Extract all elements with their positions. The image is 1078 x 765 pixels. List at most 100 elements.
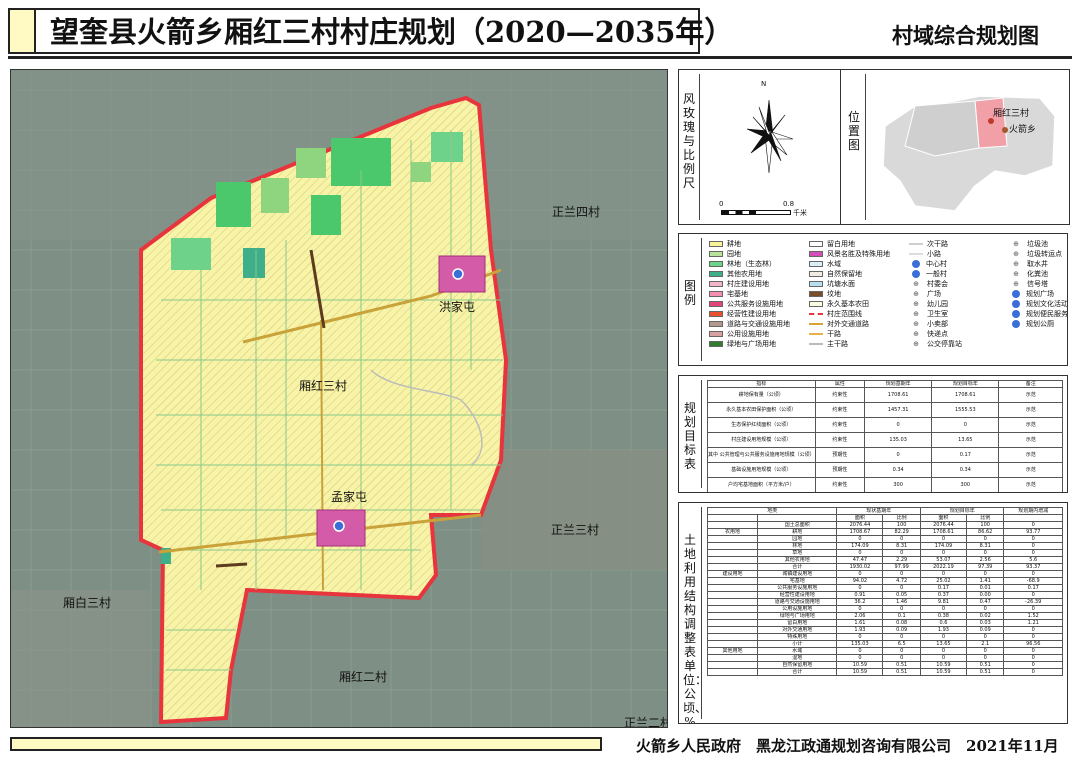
table-cell: 0 xyxy=(1003,535,1063,543)
legend-swatch: ⊕ xyxy=(913,290,919,298)
table-row: 永久基本农田保护面积（公顷） 约束性 1457.31 1555.53 示范 xyxy=(707,402,1063,418)
table-cell: 合计 xyxy=(757,563,838,571)
table-cell: 2076.44 xyxy=(919,521,967,529)
table-row: 湿地 0 0 0 0 0 xyxy=(706,654,1063,662)
table-cell: 174.09 xyxy=(836,542,884,550)
table-subheader xyxy=(1003,514,1063,522)
title-accent xyxy=(10,10,36,52)
legend-item: ⊕ 垃圾池 xyxy=(1009,239,1067,249)
table-cell: 100 xyxy=(882,521,921,529)
table-cell: 指标 xyxy=(707,380,816,388)
table-row: 其中 公共管理与公共服务设施用地规模（公顷） 预期性 0 0.17 示范 xyxy=(707,447,1063,463)
table-cell xyxy=(706,535,759,543)
table-subheader: 比例 xyxy=(965,514,1005,522)
table-cell: 道路与交通设施用地 xyxy=(757,598,838,606)
place-label: 厢红二村 xyxy=(339,670,388,684)
table-cell: 2076.44 xyxy=(836,521,884,529)
table-cell xyxy=(706,563,759,571)
table-cell: 1555.53 xyxy=(931,402,1000,418)
table-cell: 0 xyxy=(919,633,967,641)
main-map[interactable]: 正兰四村 洪家屯 厢红三村 孟家屯 正兰三村 厢白三村 厢红二村 正兰二村 xyxy=(10,69,668,728)
table-cell: 草地 xyxy=(757,549,838,557)
legend-swatch xyxy=(809,301,823,307)
compass-side-label: 风玫瑰与比例尺 xyxy=(682,92,695,190)
legend-item: 宅基地 xyxy=(709,289,807,299)
legend-item: 规划文化活动站 xyxy=(1009,299,1067,309)
legend-label: 经营性建设用地 xyxy=(727,310,776,318)
table-cell: 97.39 xyxy=(965,563,1005,571)
legend-swatch xyxy=(709,291,723,297)
table-cell: 300 xyxy=(931,477,1000,492)
table-cell: 示范 xyxy=(998,417,1063,433)
table-cell: 0.01 xyxy=(965,584,1005,592)
footer-text: 火箭乡人民政府 黑龙江政通规划咨询有限公司 2021年11月 xyxy=(636,737,1059,755)
legend-item: 留白用地 xyxy=(809,239,907,249)
table-cell: 86.62 xyxy=(965,528,1005,536)
legend-item: ⊕ 化粪池 xyxy=(1009,269,1067,279)
legend-label: 化粪池 xyxy=(1027,270,1048,278)
table-cell: 0.51 xyxy=(965,661,1005,669)
table-cell: 示范 xyxy=(998,432,1063,448)
table-cell: 1.52 xyxy=(1003,612,1063,620)
table-row: 自然保留用地 10.59 0.51 10.59 0.51 0 xyxy=(706,661,1063,669)
table-row: 指标 属性 规划基期年 规划目标年 备注 xyxy=(707,380,1063,388)
targets-side-label: 规划目标表 xyxy=(683,401,696,471)
legend-item: ⊕ 快递点 xyxy=(909,329,1007,339)
table-row: 其他用地 水域 0 0 0 0 0 xyxy=(706,647,1063,655)
legend-swatch xyxy=(709,241,723,247)
table-cell: 对外交通用地 xyxy=(757,626,838,634)
table-cell: 约束性 xyxy=(814,402,866,418)
table-cell: 自然保留用地 xyxy=(757,661,838,669)
scale-end: 0.8 xyxy=(783,200,795,208)
table-cell: 0 xyxy=(1003,570,1063,578)
legend-label: 宅基地 xyxy=(727,290,748,298)
table-cell: 耕地 xyxy=(757,528,838,536)
table-cell xyxy=(706,542,759,550)
legend-swatch xyxy=(709,301,723,307)
table-cell: 2.06 xyxy=(836,612,884,620)
legend-swatch: ⊕ xyxy=(913,300,919,308)
table-cell: 0 xyxy=(864,417,933,433)
table-cell: 示范 xyxy=(998,402,1063,418)
table-cell: 0.51 xyxy=(882,668,921,676)
table-row: 地类 现状基期年 规划目标年 规划期内增减 xyxy=(706,507,1063,515)
table-cell: 36.2 xyxy=(836,598,884,606)
table-cell: 园地 xyxy=(757,535,838,543)
table-cell: 0.34 xyxy=(864,462,933,478)
table-row: 建设用地 城镇建设用地 0 0 0 0 0 xyxy=(706,570,1063,578)
table-cell: 0.03 xyxy=(965,619,1005,627)
legend-swatch: ⊕ xyxy=(913,320,919,328)
table-cell: 10.59 xyxy=(836,668,884,676)
table-cell: 公用设施用地 xyxy=(757,605,838,613)
table-cell: 0 xyxy=(1003,626,1063,634)
table-cell: 0.17 xyxy=(1003,584,1063,592)
table-cell: 备注 xyxy=(998,380,1063,388)
table-row: 小计 135.03 6.5 13.65 2.1 96.56 xyxy=(706,640,1063,648)
legend-label: 小卖部 xyxy=(927,320,948,328)
table-cell: -26.39 xyxy=(1003,598,1063,606)
legend-swatch xyxy=(809,271,823,277)
place-label: 厢红三村 xyxy=(299,379,348,393)
location-map xyxy=(882,95,1056,212)
table-cell: 永久基本农田保护面积（公顷） xyxy=(707,402,816,418)
table-cell: 耕地保有量（公顷） xyxy=(707,387,816,403)
legend-label: 绿地与广场用地 xyxy=(727,340,776,348)
legend-label: 自然保留地 xyxy=(827,270,862,278)
table-cell: 0 xyxy=(882,535,921,543)
table-cell xyxy=(706,619,759,627)
legend-label: 小路 xyxy=(927,250,941,258)
table-row: 农用地 耕地 1708.67 82.29 1708.61 86.62 93.77 xyxy=(706,528,1063,536)
place-label: 正兰二村 xyxy=(624,716,668,728)
legend-label: 其他农用地 xyxy=(727,270,762,278)
table-row: 宅基地 94.02 4.72 25.02 1.41 -68.9 xyxy=(706,577,1063,585)
legend-label: 广场 xyxy=(927,290,941,298)
table-cell: 规划基期年 xyxy=(864,380,933,388)
table-cell: 0 xyxy=(836,654,884,662)
table-cell: 0 xyxy=(919,605,967,613)
table-cell: 水域 xyxy=(757,647,838,655)
table-cell: 约束性 xyxy=(814,432,866,448)
table-header: 地类 xyxy=(706,507,838,515)
legend-label: 幼儿园 xyxy=(927,300,948,308)
table-cell xyxy=(706,521,759,529)
table-cell: 25.02 xyxy=(919,577,967,585)
